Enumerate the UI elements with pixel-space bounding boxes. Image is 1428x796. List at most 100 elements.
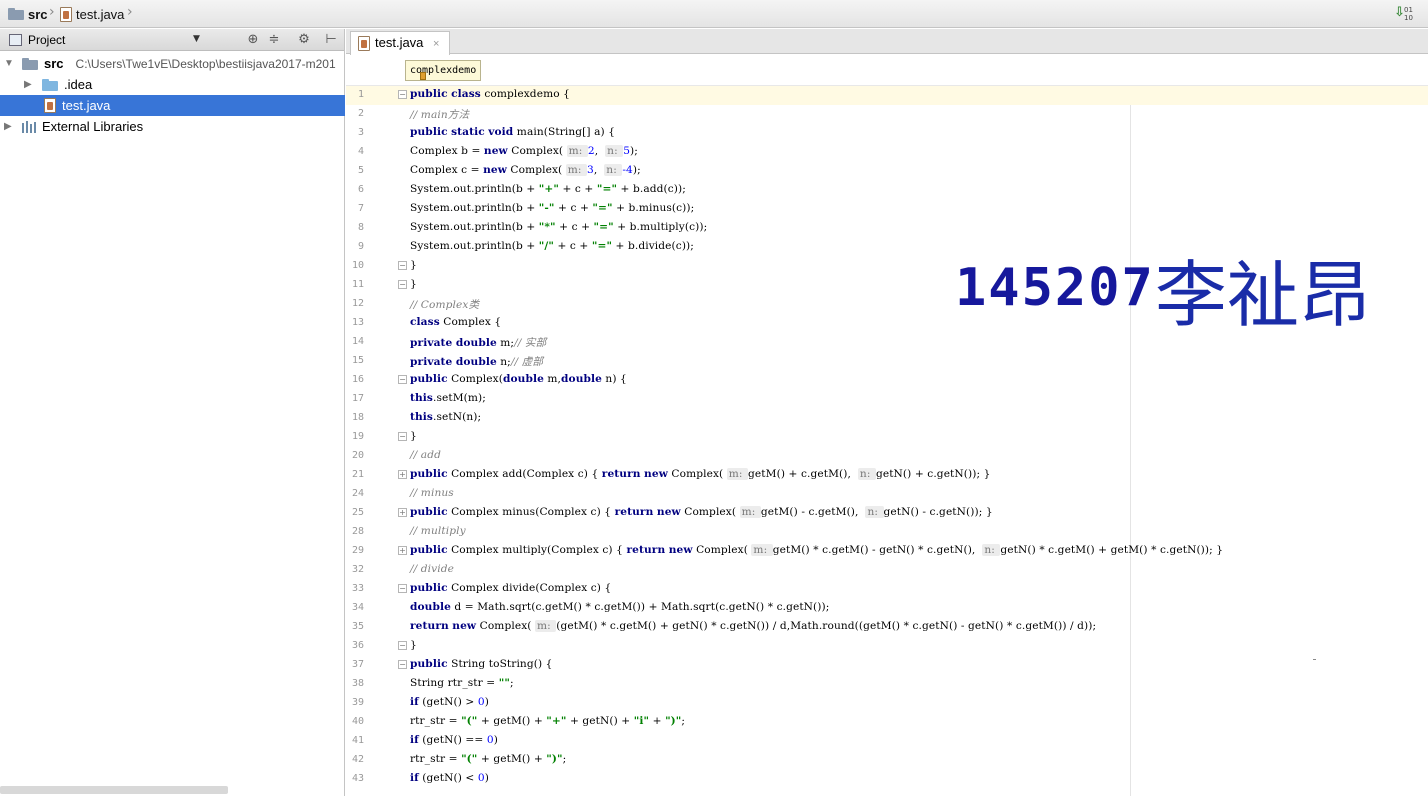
- expand-fold-icon[interactable]: [398, 508, 407, 517]
- code-line[interactable]: 32 // divide: [346, 561, 1428, 580]
- line-number: 43: [351, 773, 364, 784]
- code-text: if (getN() == 0): [410, 734, 498, 746]
- line-number: 25: [351, 507, 364, 518]
- crumb-src[interactable]: src: [8, 5, 48, 23]
- tree-item-label: External Libraries: [42, 119, 144, 134]
- close-icon[interactable]: ×: [433, 38, 439, 50]
- code-line[interactable]: 17 this.setM(m);: [346, 390, 1428, 409]
- code-line[interactable]: 40 rtr_str = "(" + getM() + "+" + getN() …: [346, 713, 1428, 732]
- line-number: 13: [351, 317, 364, 328]
- code-text: this.setN(n);: [410, 411, 482, 423]
- collapse-fold-icon[interactable]: [398, 90, 407, 99]
- crumb-test-java[interactable]: test.java: [60, 5, 124, 23]
- line-number: 12: [351, 298, 364, 309]
- gear-icon[interactable]: ⚙: [296, 32, 312, 48]
- code-line[interactable]: 43 if (getN() < 0): [346, 770, 1428, 789]
- code-text: public Complex(double m,double n) {: [410, 373, 627, 385]
- code-line[interactable]: 24 // minus: [346, 485, 1428, 504]
- line-number: 3: [357, 127, 364, 138]
- navigation-bar: src › test.java › ⇩ 01 10: [0, 0, 1428, 28]
- collapse-icon[interactable]: ≑: [266, 32, 282, 48]
- tree-item-test-java[interactable]: test.java: [0, 95, 345, 116]
- collapse-fold-icon[interactable]: [398, 584, 407, 593]
- target-icon[interactable]: ⊕: [245, 32, 261, 48]
- code-text: System.out.println(b + "+" + c + "=" + b…: [410, 183, 686, 195]
- tree-item-path: C:\Users\Twe1vE\Desktop\bestiisjava2017-…: [75, 56, 336, 71]
- code-line[interactable]: 33 public Complex divide(Complex c) {: [346, 580, 1428, 599]
- code-line[interactable]: 28 // multiply: [346, 523, 1428, 542]
- horizontal-scrollbar[interactable]: [0, 786, 228, 794]
- code-line[interactable]: 3 public static void main(String[] a) {: [346, 124, 1428, 143]
- code-line[interactable]: 21 public Complex add(Complex c) { return…: [346, 466, 1428, 485]
- collapse-fold-icon[interactable]: [398, 432, 407, 441]
- code-text: rtr_str = "(" + getM() + "+" + getN() + …: [410, 715, 686, 727]
- tree-item-external-libraries[interactable]: ▶ External Libraries: [0, 116, 345, 137]
- line-number: 33: [351, 583, 364, 594]
- line-number: 32: [351, 564, 364, 575]
- java-file-icon: [358, 36, 370, 51]
- collapse-fold-icon[interactable]: [398, 375, 407, 384]
- collapse-fold-icon[interactable]: [398, 280, 407, 289]
- line-number: 19: [351, 431, 364, 442]
- project-title[interactable]: Project: [28, 33, 65, 47]
- sort-download-icon[interactable]: ⇩ 01 10: [1392, 5, 1416, 23]
- code-text: public static void main(String[] a) {: [410, 126, 616, 138]
- code-line[interactable]: 20 // add: [346, 447, 1428, 466]
- code-line[interactable]: 19}: [346, 428, 1428, 447]
- crumb-separator-icon: ›: [127, 4, 133, 20]
- expand-fold-icon[interactable]: [398, 546, 407, 555]
- line-number: 21: [351, 469, 364, 480]
- code-line[interactable]: 15 private double n;// 虚部: [346, 352, 1428, 371]
- class-breadcrumb[interactable]: complexdemo: [405, 60, 482, 81]
- tree-item-idea[interactable]: ▶ .idea: [0, 74, 345, 95]
- code-text: }: [410, 430, 417, 442]
- code-editor[interactable]: 1 public class complexdemo {2 // main方法 3 pu…: [346, 86, 1428, 796]
- code-line[interactable]: 36}: [346, 637, 1428, 656]
- expand-fold-icon[interactable]: [398, 470, 407, 479]
- crumb-separator-icon: ›: [49, 4, 55, 20]
- code-line[interactable]: 7 System.out.println(b + "-" + c + "=" + …: [346, 200, 1428, 219]
- code-text: // main方法: [410, 109, 470, 121]
- overlay-digits: 145207: [955, 258, 1155, 318]
- code-line[interactable]: 38 String rtr_str = "";: [346, 675, 1428, 694]
- line-number: 6: [357, 184, 364, 195]
- code-line[interactable]: 39 if (getN() > 0): [346, 694, 1428, 713]
- code-line[interactable]: 25 public Complex minus(Complex c) { retu…: [346, 504, 1428, 523]
- code-line[interactable]: 29 public Complex multiply(Complex c) { r…: [346, 542, 1428, 561]
- code-line[interactable]: 1 public class complexdemo {: [346, 86, 1428, 105]
- crumb-test-java-label: test.java: [76, 6, 125, 22]
- code-text: System.out.println(b + "-" + c + "=" + b…: [410, 202, 695, 214]
- code-text: System.out.println(b + "*" + c + "=" + b…: [410, 221, 708, 233]
- code-line[interactable]: 2 // main方法: [346, 105, 1428, 124]
- collapse-fold-icon[interactable]: [398, 660, 407, 669]
- collapse-arrow-icon[interactable]: ▶: [24, 79, 34, 90]
- collapse-fold-icon[interactable]: [398, 641, 407, 650]
- line-number: 11: [351, 279, 364, 290]
- code-text: // divide: [410, 563, 454, 575]
- expand-arrow-icon[interactable]: ▼: [4, 58, 14, 69]
- code-line[interactable]: 4 Complex b = new Complex( m: 2, n: 5);: [346, 143, 1428, 162]
- code-line[interactable]: 35 return new Complex( m: (getM() * c.get…: [346, 618, 1428, 637]
- code-line[interactable]: 18 this.setN(n);: [346, 409, 1428, 428]
- chevron-down-icon[interactable]: ▼: [193, 34, 200, 44]
- line-number: 14: [351, 336, 364, 347]
- code-line[interactable]: 5 Complex c = new Complex( m: 3, n: -4);: [346, 162, 1428, 181]
- code-line[interactable]: 6 System.out.println(b + "+" + c + "=" + …: [346, 181, 1428, 200]
- tree-item-src[interactable]: ▼ src C:\Users\Twe1vE\Desktop\bestiisjav…: [0, 53, 345, 74]
- code-line[interactable]: 42 rtr_str = "(" + getM() + ")";: [346, 751, 1428, 770]
- line-number: 20: [351, 450, 364, 461]
- code-line[interactable]: 37 public String toString() {: [346, 656, 1428, 675]
- code-line[interactable]: 41 if (getN() == 0): [346, 732, 1428, 751]
- line-number: 1: [357, 89, 364, 100]
- code-line[interactable]: 16 public Complex(double m,double n) {: [346, 371, 1428, 390]
- pin-icon[interactable]: ⊢: [323, 32, 339, 48]
- code-line[interactable]: 34 double d = Math.sqrt(c.getM() * c.getM…: [346, 599, 1428, 618]
- crumb-src-label: src: [28, 6, 48, 22]
- project-panel: Project ▼ ⊕ ≑ ⚙ ⊢ ▼ src C:\Users\Twe1vE\…: [0, 29, 345, 796]
- code-text: this.setM(m);: [410, 392, 486, 404]
- divider: [1313, 659, 1316, 660]
- collapse-arrow-icon[interactable]: ▶: [4, 121, 14, 132]
- code-text: public Complex add(Complex c) { return n…: [410, 468, 991, 480]
- tab-test-java[interactable]: test.java ×: [350, 31, 451, 55]
- collapse-fold-icon[interactable]: [398, 261, 407, 270]
